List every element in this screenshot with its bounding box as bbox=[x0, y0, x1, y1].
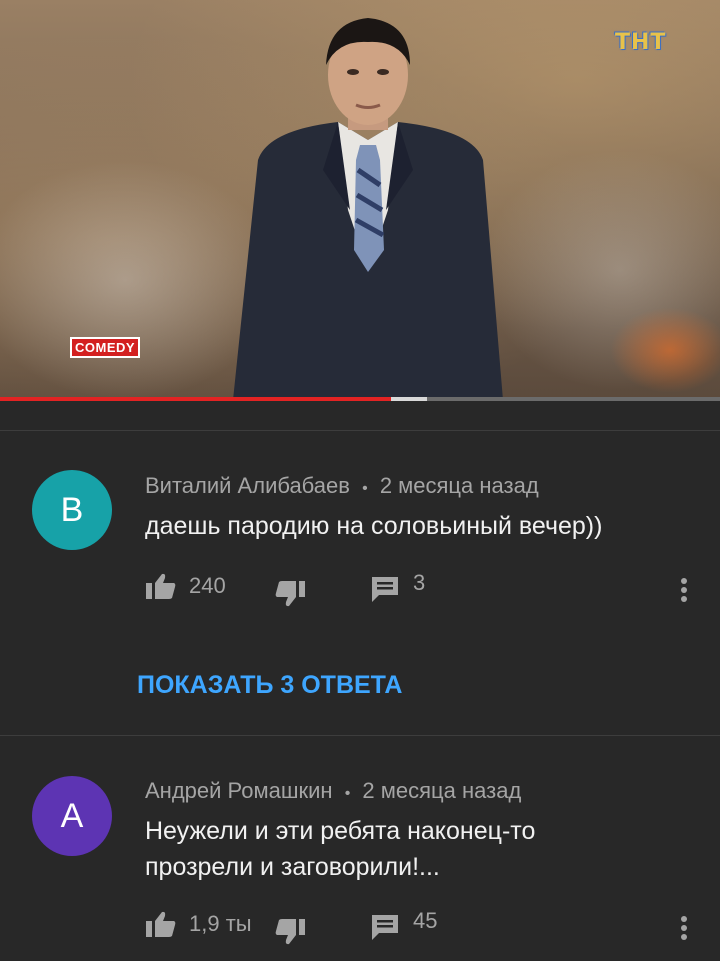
video-player[interactable]: ТНТ COMEDY bbox=[0, 0, 720, 400]
like-count: 1,9 ты bbox=[189, 911, 252, 936]
video-frame-presenter bbox=[233, 18, 503, 400]
thumb-down-icon bbox=[275, 919, 305, 945]
reply-button[interactable]: 3 bbox=[371, 570, 425, 603]
reply-button[interactable]: 45 bbox=[371, 908, 437, 941]
thumb-up-icon bbox=[146, 573, 176, 599]
comment-meta: Андрей Ромашкин • 2 месяца назад bbox=[145, 778, 521, 804]
comment-time: 2 месяца назад bbox=[362, 778, 522, 803]
divider bbox=[0, 735, 720, 736]
comedy-logo: COMEDY bbox=[70, 337, 141, 358]
like-button[interactable]: 240 bbox=[145, 572, 226, 600]
comment-author[interactable]: Андрей Ромашкин bbox=[145, 778, 333, 803]
comment-author[interactable]: Виталий Алибабаев bbox=[145, 473, 350, 498]
more-vert-icon[interactable] bbox=[674, 575, 694, 605]
like-count: 240 bbox=[189, 573, 226, 598]
reply-count: 45 bbox=[413, 908, 438, 933]
comment-time: 2 месяца назад bbox=[379, 473, 539, 498]
divider bbox=[0, 430, 720, 431]
comment-meta: Виталий Алибабаев • 2 месяца назад bbox=[145, 473, 539, 499]
dislike-button[interactable] bbox=[274, 918, 306, 946]
video-frame-fire bbox=[600, 300, 720, 400]
comment-text: даешь пародию на соловьиный вечер)) bbox=[145, 512, 603, 540]
comment-text: Неужели и эти ребята наконец-то прозрели… bbox=[145, 817, 536, 881]
show-replies-button[interactable]: ПОКАЗАТЬ 3 ОТВЕТА bbox=[137, 671, 402, 700]
thumb-up-icon bbox=[146, 911, 176, 937]
avatar[interactable]: А bbox=[32, 776, 112, 856]
video-played-fill bbox=[0, 397, 391, 401]
comment-icon bbox=[372, 915, 398, 940]
dislike-button[interactable] bbox=[274, 580, 306, 608]
thumb-down-icon bbox=[275, 581, 305, 607]
video-progress-bar[interactable] bbox=[0, 397, 720, 401]
tnt-logo: ТНТ bbox=[615, 30, 667, 55]
comment-icon bbox=[372, 577, 398, 602]
meta-separator: • bbox=[362, 480, 368, 497]
meta-separator: • bbox=[344, 785, 351, 802]
more-vert-icon[interactable] bbox=[674, 913, 694, 943]
like-button[interactable]: 1,9 ты bbox=[145, 910, 252, 938]
reply-count: 3 bbox=[413, 570, 426, 595]
avatar[interactable]: В bbox=[32, 470, 112, 550]
